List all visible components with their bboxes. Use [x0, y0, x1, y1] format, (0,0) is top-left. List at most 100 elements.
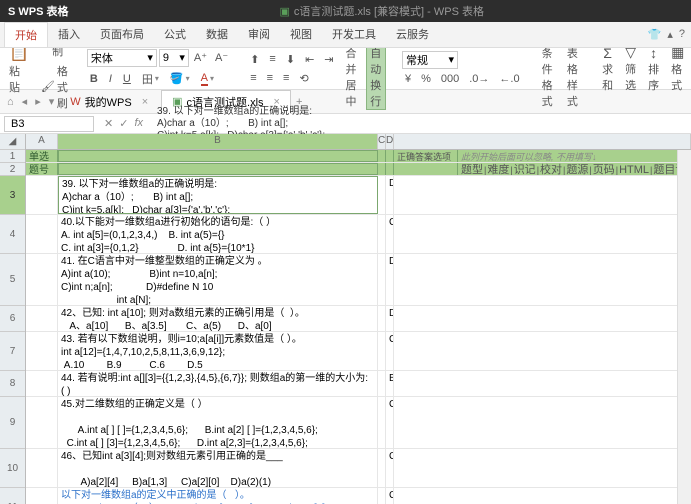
tab-menu-icon[interactable]: ▾ [49, 95, 55, 108]
answer-cell[interactable]: D [386, 176, 394, 214]
row-header[interactable]: 1 [0, 150, 25, 163]
cell[interactable] [26, 254, 58, 305]
cell[interactable] [26, 397, 58, 448]
skin-icon[interactable]: 👕 [648, 28, 662, 41]
menu-页面布局[interactable]: 页面布局 [90, 22, 154, 47]
help-icon[interactable]: ? [679, 28, 685, 41]
font-color-button[interactable]: A▾ [198, 69, 217, 89]
comma-icon[interactable]: 000 [438, 71, 462, 87]
minimize-ribbon-icon[interactable]: ▴ [667, 28, 673, 41]
name-box[interactable]: B3 [4, 116, 94, 132]
row-header[interactable]: 7 [0, 332, 25, 371]
vertical-scrollbar[interactable] [677, 150, 691, 504]
question-cell[interactable]: 44. 若有说明:int a[][3]={{1,2,3},{4,5},{6,7}… [58, 371, 378, 396]
row-header[interactable]: 8 [0, 371, 25, 397]
row-header[interactable]: 2 [0, 163, 25, 176]
answer-cell[interactable]: D [386, 254, 394, 305]
row-header[interactable]: 3 [0, 176, 25, 215]
row-header[interactable]: 9 [0, 397, 25, 449]
menu-插入[interactable]: 插入 [48, 22, 90, 47]
confirm-edit-icon[interactable]: ✓ [119, 117, 128, 130]
align-top-icon[interactable]: ⬆ [247, 51, 262, 68]
row-header[interactable]: 11 [0, 488, 25, 504]
question-cell[interactable]: 46、已知int a[3][4];则对数组元素引用正确的是___ A)a[2][… [58, 449, 378, 487]
question-cell[interactable]: 43. 若有以下数组说明，则i=10;a[a[i]]元素数值是（ ）。 int … [58, 332, 378, 370]
answer-cell[interactable]: C [386, 397, 394, 448]
header-number[interactable]: 题号 [26, 163, 58, 175]
bold-button[interactable]: B [87, 69, 101, 89]
paste-button[interactable]: 📋粘贴 [6, 43, 32, 95]
answer-cell[interactable]: C [386, 215, 394, 253]
menu-视图[interactable]: 视图 [280, 22, 322, 47]
question-cell[interactable]: 42、已知: int a[10]; 则对a数组元素的正确引用是（ ）。 A、a[… [58, 306, 378, 331]
question-cell[interactable]: 41. 在C语言中对一维整型数组的正确定义为 。 A)int a(10); B)… [58, 254, 378, 305]
tab-prev-icon[interactable]: ◂ [22, 95, 28, 108]
format-button[interactable]: ▦格式 [668, 44, 687, 93]
italic-button[interactable]: I [106, 69, 115, 89]
cancel-edit-icon[interactable]: ✕ [104, 117, 113, 130]
cell[interactable] [26, 449, 58, 487]
header-single-choice[interactable]: 单选类 [26, 150, 58, 162]
title-bar: S WPS 表格 ▣c语言测试题.xls [兼容模式] - WPS 表格 [0, 0, 691, 22]
answer-cell[interactable]: C [386, 332, 394, 370]
row-header[interactable]: 10 [0, 449, 25, 488]
question-cell[interactable]: 以下对一维数组a的定义中正确的是（ ）。 A． char a（10） B． in… [58, 488, 378, 504]
col-header-a[interactable]: A [26, 134, 58, 149]
question-cell[interactable]: 45.对二维数组的正确定义是（ ） A.int a[ ] [ ]={1,2,3,… [58, 397, 378, 448]
increase-decimal-icon[interactable]: .0→ [466, 71, 492, 87]
question-cell[interactable]: 40.以下能对一维数组a进行初始化的语句是:（ ） A. int a[5]=(0… [58, 215, 378, 253]
spreadsheet-grid[interactable]: ◢ 1 2 345678910111213 A B C D 单选类 正确答案选项… [0, 134, 691, 504]
row-header[interactable]: 4 [0, 215, 25, 254]
align-middle-icon[interactable]: ≡ [266, 51, 278, 68]
answer-cell[interactable]: B [386, 371, 394, 396]
align-bottom-icon[interactable]: ⬇ [283, 51, 298, 68]
menu-审阅[interactable]: 审阅 [238, 22, 280, 47]
percent-icon[interactable]: % [418, 71, 434, 87]
answer-cell[interactable]: C [386, 449, 394, 487]
align-center-icon[interactable]: ≡ [264, 70, 276, 87]
tab-next-icon[interactable]: ▸ [35, 95, 41, 108]
menu-开发工具[interactable]: 开发工具 [322, 22, 386, 47]
number-format-select[interactable]: 常规▾ [402, 51, 458, 69]
row-header[interactable]: 5 [0, 254, 25, 306]
cell[interactable] [26, 488, 58, 504]
col-header-b[interactable]: B [58, 134, 378, 149]
tab-home-icon[interactable]: ⌂ [7, 96, 14, 108]
fill-color-button[interactable]: 🪣▾ [167, 69, 193, 89]
cell[interactable] [26, 176, 58, 214]
question-cell[interactable]: 39. 以下对一维数组a的正确说明是: A)char a（10）; B) int… [58, 176, 378, 214]
decrease-decimal-icon[interactable]: ←.0 [496, 71, 522, 87]
decrease-font-icon[interactable]: A⁻ [212, 49, 231, 67]
filter-button[interactable]: ▽筛选 [622, 44, 639, 93]
cell[interactable] [26, 306, 58, 331]
fx-icon[interactable]: fx [134, 117, 143, 130]
font-select[interactable]: 宋体▾ [87, 49, 157, 67]
column-headers: A B C D [26, 134, 691, 150]
underline-button[interactable]: U [120, 69, 134, 89]
indent-left-icon[interactable]: ⇤ [302, 51, 317, 68]
align-right-icon[interactable]: ≡ [280, 70, 292, 87]
row-header[interactable]: 6 [0, 306, 25, 332]
app-logo: S WPS 表格 [8, 3, 69, 19]
answer-cell[interactable]: C [386, 488, 394, 504]
font-size-select[interactable]: 9▾ [159, 49, 189, 67]
cell[interactable] [26, 215, 58, 253]
cell[interactable] [26, 371, 58, 396]
document-title: ▣c语言测试题.xls [兼容模式] - WPS 表格 [81, 3, 683, 19]
sum-button[interactable]: Σ求和 [599, 45, 616, 93]
menu-开始[interactable]: 开始 [4, 22, 48, 47]
currency-icon[interactable]: ¥ [402, 71, 414, 87]
indent-right-icon[interactable]: ⇥ [321, 51, 336, 68]
menu-数据[interactable]: 数据 [196, 22, 238, 47]
menu-云服务[interactable]: 云服务 [386, 22, 439, 47]
tab-mywps[interactable]: W我的WPS× [59, 90, 159, 114]
align-left-icon[interactable]: ≡ [247, 70, 259, 87]
increase-font-icon[interactable]: A⁺ [191, 49, 210, 67]
border-button[interactable]: 田▾ [139, 69, 162, 89]
orientation-icon[interactable]: ⟲ [296, 70, 311, 87]
select-all-corner[interactable]: ◢ [0, 134, 25, 150]
answer-cell[interactable]: D [386, 306, 394, 331]
sort-button[interactable]: ↕排序 [645, 45, 662, 93]
cell[interactable] [26, 332, 58, 370]
menu-公式[interactable]: 公式 [154, 22, 196, 47]
